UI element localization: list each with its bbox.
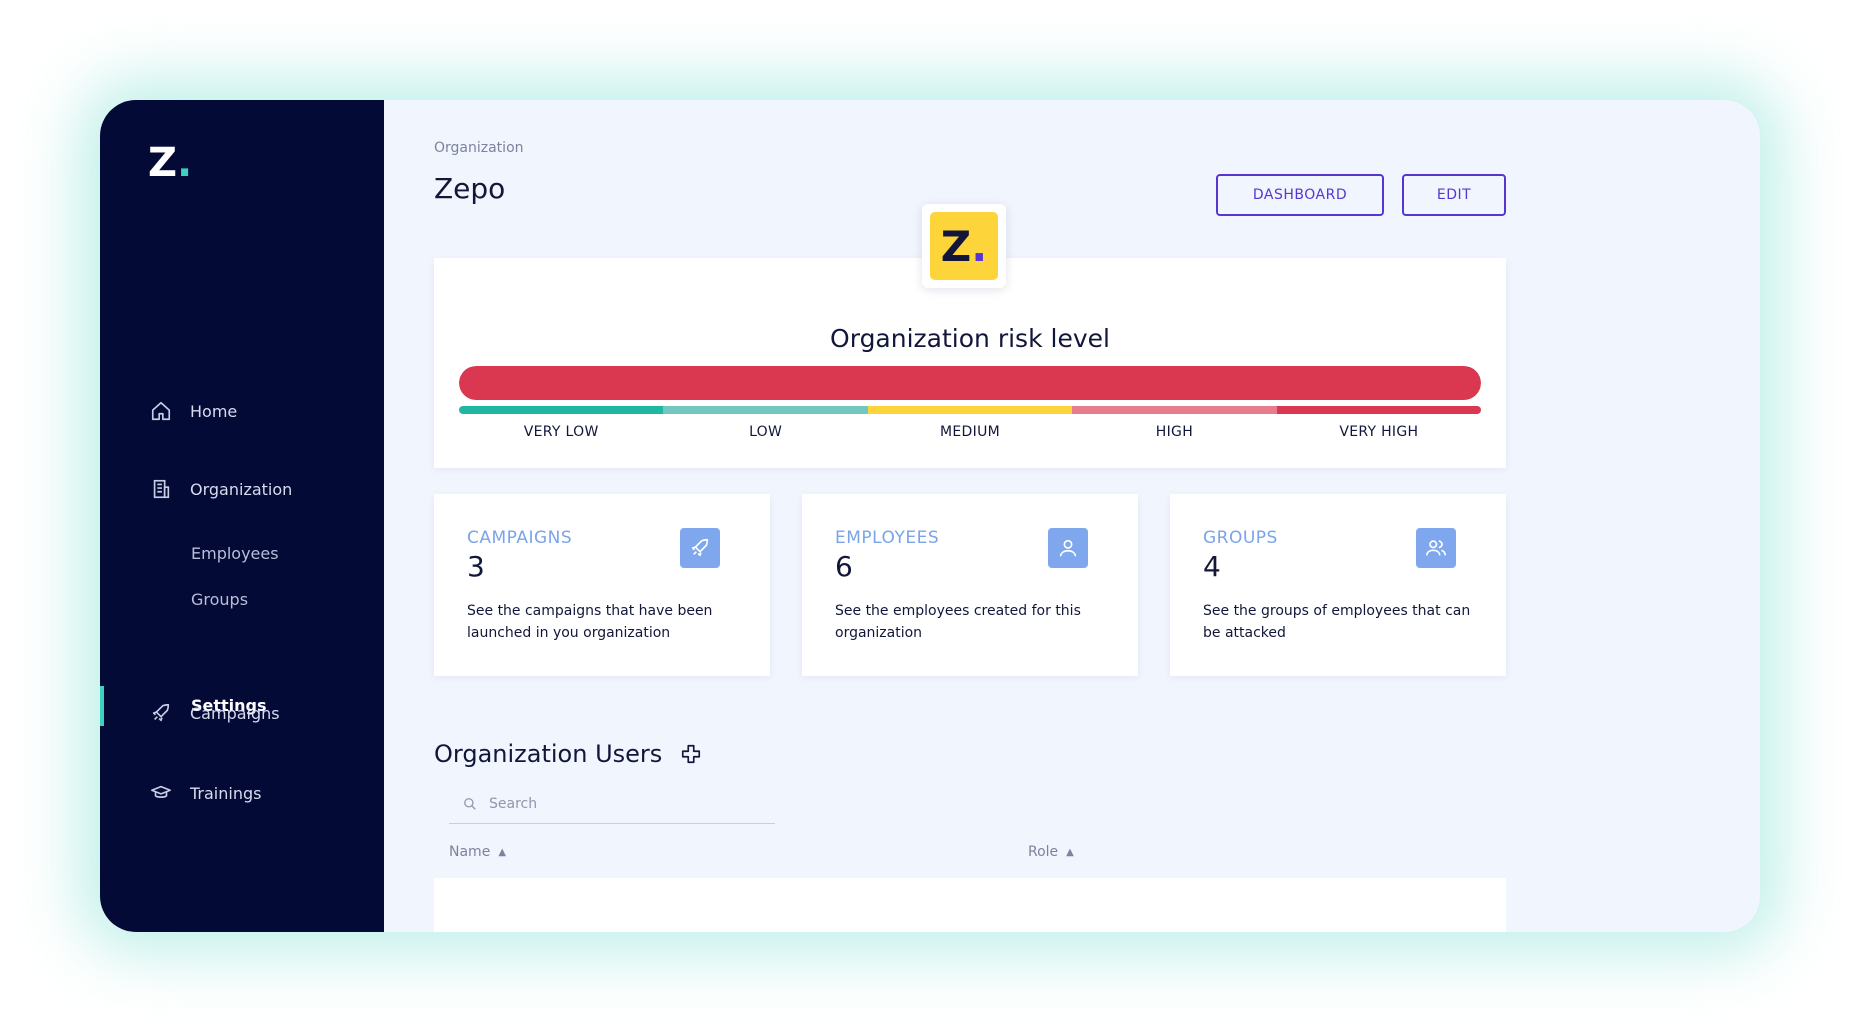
risk-scale bbox=[459, 406, 1481, 414]
column-header-name[interactable]: Name ▲ bbox=[449, 844, 506, 860]
risk-scale-segment bbox=[1072, 406, 1277, 414]
sidebar-subitem-groups[interactable]: Groups bbox=[191, 590, 248, 609]
stat-label: EMPLOYEES bbox=[835, 528, 940, 548]
page-title: Zepo bbox=[434, 172, 506, 205]
search-icon bbox=[464, 797, 476, 810]
main-content: Organization Zepo DASHBOARD EDIT Z. Orga… bbox=[384, 100, 1760, 932]
employees-icon-box bbox=[1048, 528, 1088, 568]
risk-scale-segment bbox=[663, 406, 868, 414]
stat-description: See the employees created for this organ… bbox=[835, 603, 1081, 641]
breadcrumb[interactable]: Organization bbox=[434, 140, 524, 156]
sidebar-subitem-employees[interactable]: Employees bbox=[191, 544, 279, 563]
dashboard-button[interactable]: DASHBOARD bbox=[1216, 174, 1384, 216]
risk-scale-label: VERY HIGH bbox=[1339, 424, 1419, 440]
search-input[interactable] bbox=[487, 794, 751, 813]
risk-scale-segment bbox=[1276, 406, 1481, 414]
risk-scale-label: LOW bbox=[749, 424, 783, 440]
sidebar-item-trainings[interactable]: Trainings bbox=[150, 782, 261, 804]
app-window: Z. Home Organization Employees Groups Se… bbox=[100, 100, 1760, 932]
risk-bar-fill bbox=[459, 366, 1481, 400]
sidebar-item-label: Campaigns bbox=[190, 703, 280, 723]
risk-scale-label: HIGH bbox=[1155, 424, 1194, 440]
column-label: Role bbox=[1028, 844, 1059, 860]
stat-value: 3 bbox=[467, 550, 485, 583]
rocket-icon bbox=[691, 538, 709, 557]
active-indicator bbox=[100, 686, 104, 726]
sort-arrow-icon: ▲ bbox=[1066, 846, 1074, 858]
stat-description: See the groups of employees that can be … bbox=[1203, 603, 1471, 641]
campaigns-card[interactable]: CAMPAIGNS 3 See the campaigns that have … bbox=[434, 494, 770, 676]
stat-label: CAMPAIGNS bbox=[467, 528, 573, 548]
organization-logo: Z. bbox=[922, 204, 1006, 288]
groups-icon-box bbox=[1416, 528, 1456, 568]
stat-value: 4 bbox=[1203, 550, 1221, 583]
users-table-body bbox=[434, 878, 1506, 932]
risk-title: Organization risk level bbox=[830, 324, 1110, 353]
stage: Z. Home Organization Employees Groups Se… bbox=[0, 0, 1860, 1032]
edit-button[interactable]: EDIT bbox=[1402, 174, 1506, 216]
sidebar-item-organization[interactable]: Organization bbox=[150, 478, 292, 500]
stat-description: See the campaigns that have been launche… bbox=[467, 603, 713, 641]
sort-arrow-icon: ▲ bbox=[498, 846, 507, 858]
risk-card: Organization risk level VERY LOW LOW MEDIU… bbox=[434, 258, 1506, 468]
section-title: Organization Users bbox=[434, 740, 663, 768]
risk-scale-segment bbox=[867, 406, 1073, 414]
users-icon bbox=[1426, 540, 1446, 556]
stat-label: GROUPS bbox=[1203, 528, 1278, 548]
employees-card[interactable]: EMPLOYEES 6 See the employees created fo… bbox=[802, 494, 1138, 676]
app-logo[interactable]: Z. bbox=[148, 140, 192, 186]
campaigns-icon-box bbox=[680, 528, 720, 568]
search-field[interactable] bbox=[449, 784, 775, 824]
risk-scale-segment bbox=[459, 406, 664, 414]
logo-dot: . bbox=[177, 140, 193, 186]
sidebar-item-home[interactable]: Home bbox=[150, 400, 237, 422]
sidebar-item-label: Home bbox=[190, 401, 238, 421]
groups-card[interactable]: GROUPS 4 See the groups of employees tha… bbox=[1170, 494, 1506, 676]
column-label: Name bbox=[449, 844, 491, 860]
add-user-icon[interactable] bbox=[680, 743, 702, 765]
sidebar-item-campaigns[interactable]: Campaigns bbox=[150, 702, 280, 724]
stat-value: 6 bbox=[835, 550, 853, 583]
sidebar-item-label: Organization bbox=[190, 479, 293, 499]
risk-scale-label: VERY LOW bbox=[523, 424, 599, 440]
organization-users-heading: Organization Users bbox=[434, 740, 702, 768]
risk-scale-label: MEDIUM bbox=[940, 424, 1000, 440]
rocket-icon bbox=[152, 703, 170, 722]
risk-bar bbox=[459, 366, 1481, 400]
risk-scale-labels: VERY LOW LOW MEDIUM HIGH VERY HIGH bbox=[459, 424, 1481, 440]
user-icon bbox=[1059, 539, 1077, 557]
building-icon bbox=[153, 479, 170, 499]
sidebar: Z. Home Organization Employees Groups Se… bbox=[100, 100, 384, 932]
column-header-role[interactable]: Role ▲ bbox=[1028, 844, 1074, 860]
sidebar-item-label: Trainings bbox=[190, 783, 262, 803]
org-logo-dot: . bbox=[971, 221, 988, 271]
graduation-cap-icon bbox=[151, 785, 171, 798]
org-logo-letter: Z bbox=[940, 221, 972, 271]
logo-letter: Z bbox=[148, 140, 178, 186]
home-icon bbox=[151, 401, 171, 421]
organization-logo-tile: Z. bbox=[930, 212, 998, 280]
